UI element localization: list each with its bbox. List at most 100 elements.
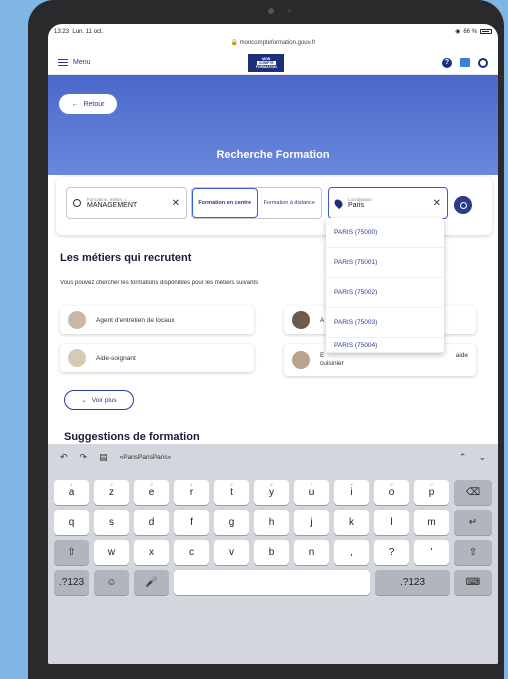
keyword-value: MANAGEMENT <box>87 202 138 209</box>
back-button[interactable]: ← Retour <box>59 94 117 114</box>
numbers-key-right[interactable]: .?123 <box>375 570 450 595</box>
key-s[interactable]: s <box>94 510 129 535</box>
autocomplete-suggestion[interactable]: «ParisParisParis» <box>120 454 172 461</box>
return-key[interactable]: ↵ <box>454 510 492 535</box>
key-q[interactable]: q <box>54 510 89 535</box>
key-k[interactable]: k <box>334 510 369 535</box>
dropdown-option[interactable]: PARIS (75000) <box>326 218 444 248</box>
key-a[interactable]: 1a <box>54 480 89 505</box>
key-label: .?123 <box>58 577 85 588</box>
key-label: ? <box>388 547 395 558</box>
key-h[interactable]: h <box>254 510 289 535</box>
clear-keyword-icon[interactable]: ✕ <box>172 198 180 209</box>
key-c[interactable]: c <box>174 540 209 565</box>
virtual-keyboard: ↶ ↷ ▤ «ParisParisParis» ⌃ ⌄ 1a2z3e4r5t6y… <box>48 444 498 664</box>
url-text: moncompteformation.gouv.fr <box>239 40 316 46</box>
key-p[interactable]: 0p <box>414 480 449 505</box>
jobs-title: Les métiers qui recrutent <box>60 252 192 264</box>
key-o[interactable]: 9o <box>374 480 409 505</box>
key-?[interactable]: ? <box>374 540 409 565</box>
key-r[interactable]: 4r <box>174 480 209 505</box>
key-label: , <box>350 547 353 558</box>
redo-icon[interactable]: ↷ <box>80 452 88 463</box>
key-y[interactable]: 6y <box>254 480 289 505</box>
camera-icon <box>268 8 274 14</box>
dropdown-option[interactable]: PARIS (75003) <box>326 308 444 338</box>
key-label: i <box>350 487 353 498</box>
chevron-down-icon[interactable]: ⌄ <box>478 452 486 463</box>
space-key[interactable] <box>174 570 370 595</box>
key-j[interactable]: j <box>294 510 329 535</box>
key-hint: 9 <box>390 482 393 487</box>
menu-button[interactable]: Menu <box>58 59 91 66</box>
clipboard-icon[interactable]: ▤ <box>99 452 108 463</box>
toggle-en-centre[interactable]: Formation en centre <box>192 188 258 218</box>
shift-key-right[interactable]: ⇧ <box>454 540 492 565</box>
search-button[interactable] <box>454 196 472 214</box>
key-d[interactable]: d <box>134 510 169 535</box>
key-f[interactable]: f <box>174 510 209 535</box>
key-label: l <box>390 517 393 528</box>
key-hint: 5 <box>230 482 233 487</box>
key-e[interactable]: 3e <box>134 480 169 505</box>
key-label: a <box>68 487 75 498</box>
lock-icon: 🔒 <box>230 40 238 46</box>
logo[interactable]: MON COMPTE FORMATION <box>248 53 285 72</box>
keyword-field[interactable]: Formation, métier, c... MANAGEMENT ✕ <box>66 187 187 219</box>
numbers-key-left[interactable]: .?123 <box>54 570 89 595</box>
chevron-up-icon[interactable]: ⌃ <box>459 452 467 463</box>
microphone-key[interactable]: 🎤 <box>134 570 169 595</box>
status-date: Lun. 11 oct. <box>72 28 104 35</box>
dropdown-option[interactable]: PARIS (75001) <box>326 248 444 278</box>
sensor-icon <box>288 9 291 12</box>
search-icon <box>459 201 467 209</box>
shift-key-left[interactable]: ⇧ <box>54 540 89 565</box>
dropdown-option[interactable]: PARIS (75004) <box>326 338 444 353</box>
key-'[interactable]: ' <box>414 540 449 565</box>
undo-icon[interactable]: ↶ <box>60 452 68 463</box>
key-label: o <box>388 487 395 498</box>
key-label: t <box>230 487 233 498</box>
key-m[interactable]: m <box>414 510 449 535</box>
key-label: d <box>148 517 155 528</box>
key-label: b <box>268 547 275 558</box>
key-u[interactable]: 7u <box>294 480 329 505</box>
key-v[interactable]: v <box>214 540 249 565</box>
key-i[interactable]: 8i <box>334 480 369 505</box>
location-pin-icon <box>332 197 345 209</box>
emoji-key[interactable]: ☺ <box>94 570 129 595</box>
key-g[interactable]: g <box>214 510 249 535</box>
key-b[interactable]: b <box>254 540 289 565</box>
backspace-key[interactable]: ⌫ <box>454 480 492 505</box>
suggestions-title: Suggestions de formation <box>64 431 200 443</box>
key-,[interactable]: , <box>334 540 369 565</box>
chevron-down-icon: ⌄ <box>81 397 87 404</box>
user-icon[interactable] <box>477 57 488 68</box>
dropdown-option[interactable]: PARIS (75002) <box>326 278 444 308</box>
key-label: g <box>228 517 235 528</box>
key-label: c <box>189 547 194 558</box>
url-bar[interactable]: 🔒 moncompteformation.gouv.fr <box>48 39 498 51</box>
toggle-a-distance[interactable]: Formation à distance <box>258 188 322 218</box>
voir-plus-button[interactable]: ⌄ Voir plus <box>64 390 134 410</box>
job-card[interactable]: Aide-soignant <box>60 344 254 372</box>
key-t[interactable]: 5t <box>214 480 249 505</box>
key-l[interactable]: l <box>374 510 409 535</box>
location-field[interactable]: Localisation Paris ✕ <box>328 187 448 219</box>
key-label: x <box>149 547 154 558</box>
help-icon[interactable]: ? <box>441 57 452 68</box>
key-n[interactable]: n <box>294 540 329 565</box>
key-x[interactable]: x <box>134 540 169 565</box>
key-w[interactable]: w <box>94 540 129 565</box>
key-label: r <box>189 487 194 498</box>
search-icon <box>73 199 81 207</box>
job-card[interactable]: Agent d'entretien de locaux <box>60 306 254 334</box>
hide-keyboard-key[interactable]: ⌨ <box>454 570 492 595</box>
battery-label: 66 % <box>463 28 477 35</box>
job-avatar <box>292 351 310 369</box>
key-label: .?123 <box>399 577 426 588</box>
key-label: ☺ <box>106 577 117 588</box>
book-icon[interactable] <box>459 57 470 67</box>
clear-location-icon[interactable]: ✕ <box>433 198 441 209</box>
key-z[interactable]: 2z <box>94 480 129 505</box>
